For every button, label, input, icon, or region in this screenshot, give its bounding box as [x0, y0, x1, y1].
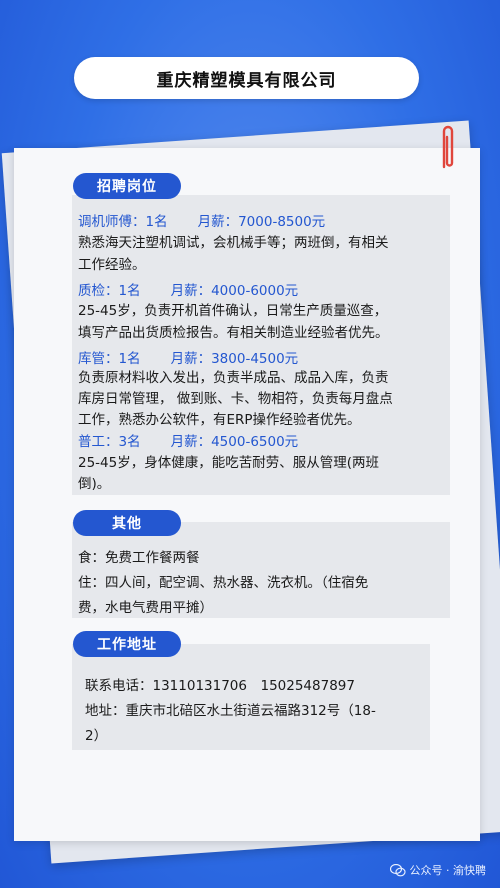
address-card	[72, 644, 430, 750]
other-line: 食：免费工作餐两餐	[78, 550, 200, 566]
job-salary: 月薪：3800-4500元	[170, 351, 299, 367]
job-desc-line: 熟悉海天注塑机调试，会机械手等；两班倒，有相关	[78, 235, 389, 251]
job-title: 普工：3名	[78, 434, 141, 450]
section-label-address: 工作地址	[73, 631, 181, 657]
section-label-other: 其他	[73, 510, 181, 536]
job-salary: 月薪：7000-8500元	[197, 214, 326, 230]
job-title: 库管：1名	[78, 351, 141, 367]
other-line: 费，水电气费用平摊）	[78, 600, 213, 616]
section-label-jobs: 招聘岗位	[73, 173, 181, 199]
job-desc-line: 填写产品出货质检报告。有相关制造业经验者优先。	[78, 325, 389, 341]
footer-watermark: 公众号 · 渝快聘	[389, 862, 487, 878]
paperclip-icon	[442, 125, 454, 169]
footer-text: 公众号 · 渝快聘	[409, 864, 487, 877]
job-heading: 质检：1名 月薪：4000-6000元	[78, 279, 298, 299]
job-title: 质检：1名	[78, 283, 141, 299]
job-desc-line: 25-45岁，负责开机首件确认，日常生产质量巡查，	[78, 303, 388, 319]
job-desc-line: 工作经验。	[78, 257, 146, 273]
job-desc-line: 倒)。	[78, 476, 111, 492]
job-salary: 月薪：4000-6000元	[170, 283, 299, 299]
address-line: 联系电话：13110131706 15025487897	[85, 678, 355, 694]
job-desc-line: 工作，熟悉办公软件，有ERP操作经验者优先。	[78, 412, 361, 428]
job-heading: 普工：3名 月薪：4500-6500元	[78, 430, 298, 450]
job-heading: 调机师傅：1名 月薪：7000-8500元	[78, 210, 325, 230]
job-title: 调机师傅：1名	[78, 214, 168, 230]
page-title: 重庆精塑模具有限公司	[74, 57, 419, 99]
wechat-icon	[389, 863, 406, 876]
job-salary: 月薪：4500-6500元	[170, 434, 299, 450]
other-line: 住：四人间，配空调、热水器、洗衣机。（住宿免	[78, 575, 369, 591]
job-desc-line: 库房日常管理， 做到账、卡、物相符，负责每月盘点	[78, 391, 393, 407]
job-heading: 库管：1名 月薪：3800-4500元	[78, 347, 298, 367]
address-line: 地址：重庆市北碚区水土街道云福路312号（18-	[85, 703, 376, 719]
address-line: 2）	[85, 728, 108, 744]
job-desc-line: 25-45岁，身体健康，能吃苦耐劳、服从管理(两班	[78, 455, 379, 471]
job-desc-line: 负责原材料收入发出，负责半成品、成品入库，负责	[78, 370, 389, 386]
